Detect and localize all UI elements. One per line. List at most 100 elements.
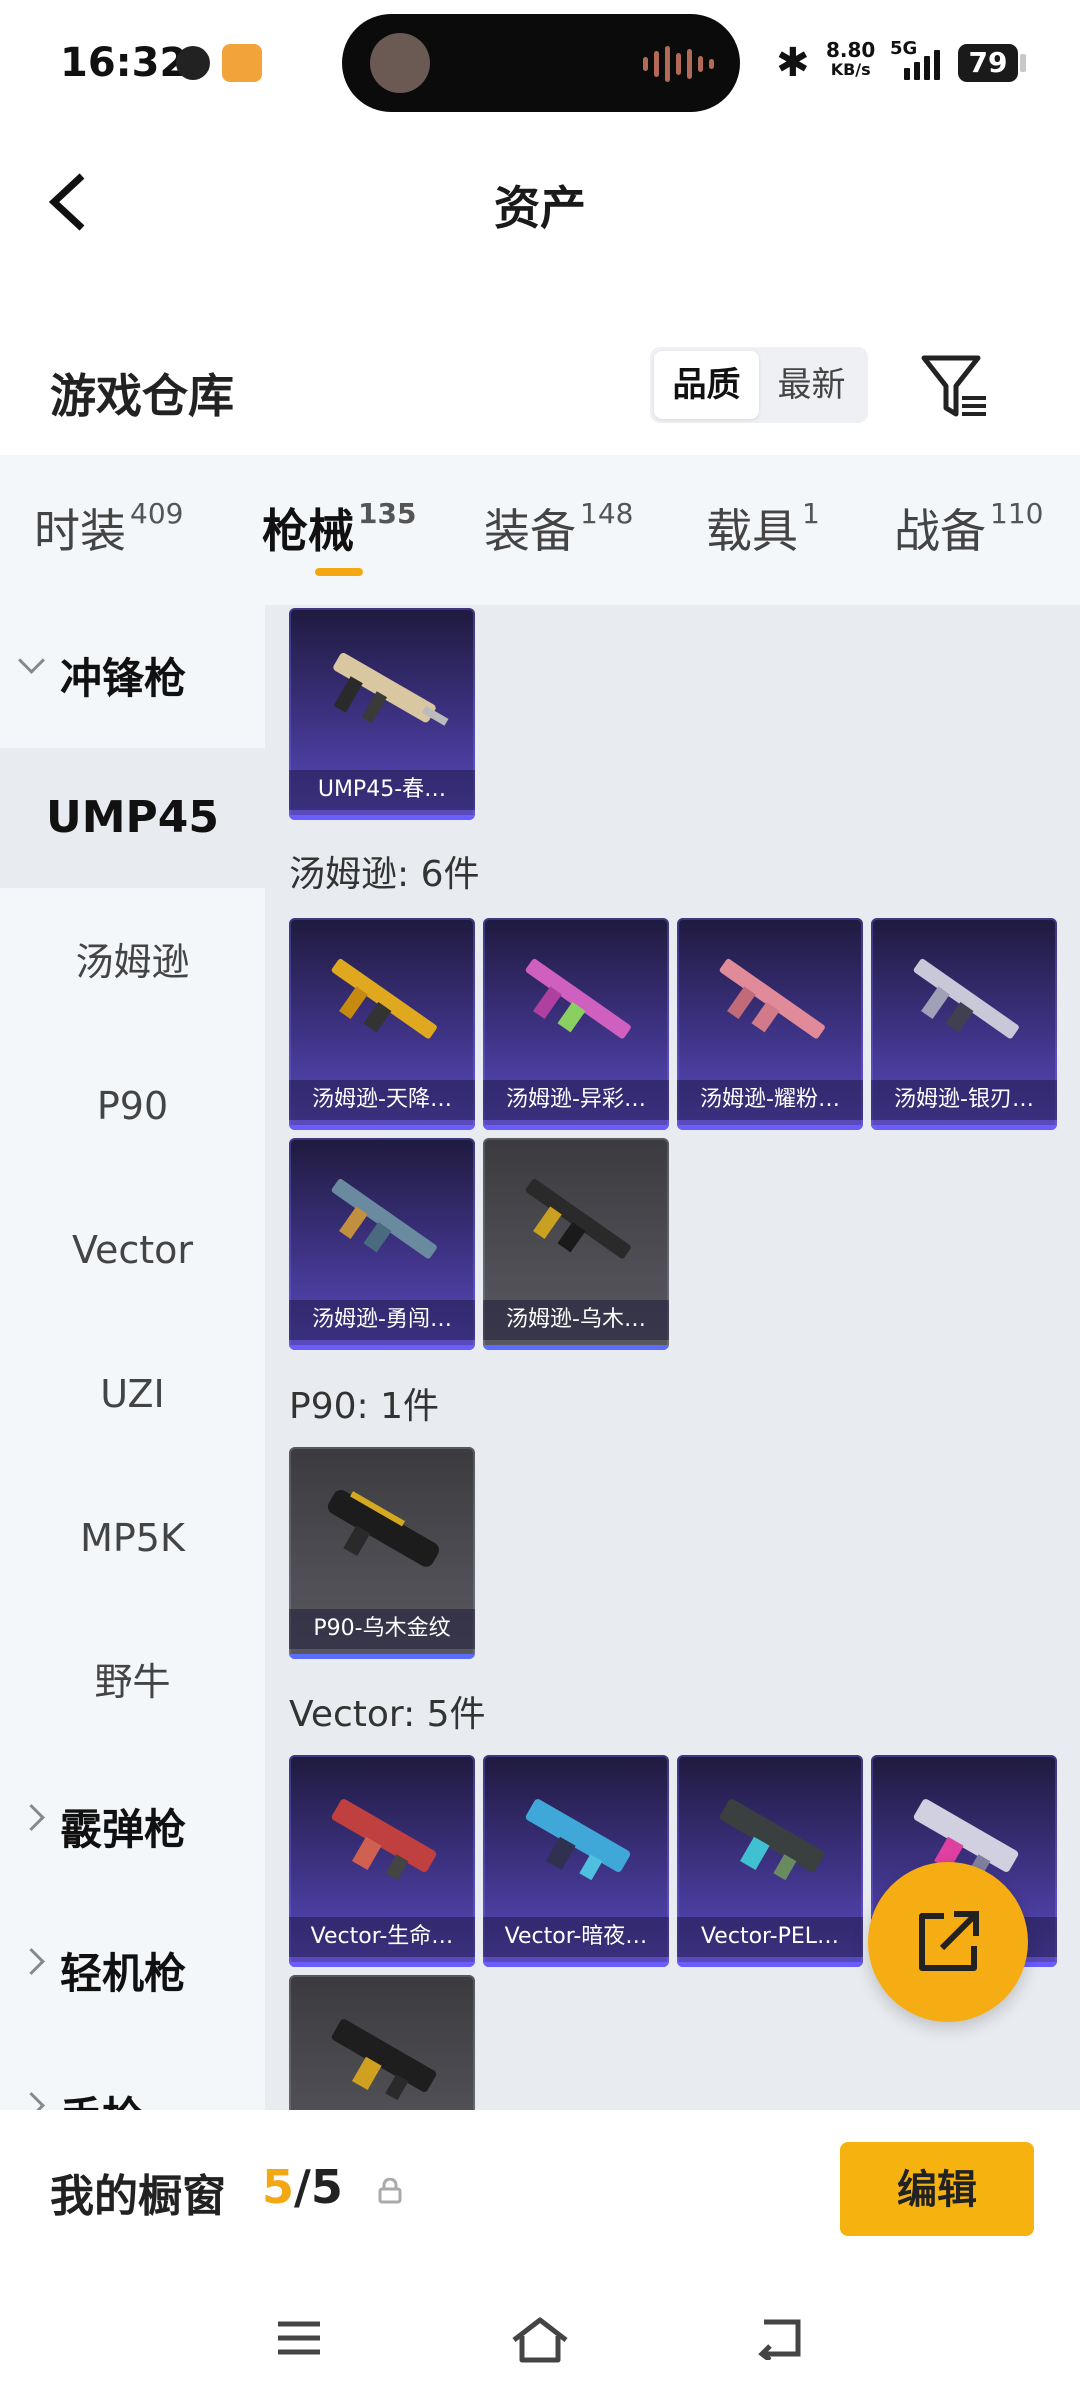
item-name: Vector-PEL…: [677, 1917, 863, 1957]
item-card[interactable]: [289, 1975, 475, 2110]
home-icon[interactable]: [510, 2316, 570, 2364]
category-lmg[interactable]: 轻机枪: [0, 1900, 265, 2040]
audio-wave-icon: [643, 44, 714, 84]
group-label-thompson: 汤姆逊: 6件: [289, 854, 480, 895]
item-card[interactable]: 汤姆逊-乌木…: [483, 1138, 669, 1350]
network-speed-unit: KB/s: [830, 60, 871, 79]
item-name: Vector-暗夜…: [483, 1917, 669, 1957]
item-card[interactable]: 汤姆逊-异彩…: [483, 918, 669, 1130]
item-card[interactable]: 汤姆逊-勇闯…: [289, 1138, 475, 1350]
gun-icon: [331, 958, 437, 1039]
category-smg[interactable]: 冲锋枪: [0, 605, 265, 745]
tab-vehicles[interactable]: 载具 1: [706, 495, 820, 561]
item-card[interactable]: Vector-PEL…: [677, 1755, 863, 1967]
gun-icon: [333, 652, 449, 726]
tab-count: 110: [990, 497, 1044, 530]
system-navigation: [0, 2280, 1080, 2400]
sort-toggle: 品质 最新: [650, 347, 868, 423]
edit-button[interactable]: 编辑: [840, 2142, 1034, 2236]
category-label: 轻机枪: [60, 1949, 187, 1998]
category-pistol[interactable]: 手枪: [0, 2044, 265, 2110]
category-label: 霰弹枪: [60, 1805, 187, 1854]
item-card[interactable]: 汤姆逊-银刃…: [871, 918, 1057, 1130]
item-name: 汤姆逊-勇闯…: [289, 1300, 475, 1340]
dynamic-island[interactable]: [342, 14, 740, 112]
item-card[interactable]: Vector-暗夜…: [483, 1755, 669, 1967]
active-tab-indicator: [315, 568, 363, 576]
chevron-right-icon: [18, 2092, 45, 2110]
category-tabs: 时装 409 枪械 135 装备 148 载具 1 战备 110: [0, 455, 1080, 605]
tab-supplies[interactable]: 战备 110: [894, 495, 1043, 561]
section-title: 游戏仓库: [50, 369, 234, 423]
gun-icon: [719, 958, 825, 1039]
tab-count: 1: [802, 497, 820, 530]
sidebar-item-vector[interactable]: Vector: [0, 1180, 265, 1320]
tab-label: 枪械: [262, 504, 354, 558]
tab-fashion[interactable]: 时装 409: [34, 495, 183, 561]
gun-icon: [719, 1799, 825, 1881]
category-shotgun[interactable]: 霰弹枪: [0, 1756, 265, 1896]
battery-tip: [1020, 54, 1026, 72]
item-name: 汤姆逊-乌木…: [483, 1300, 669, 1340]
category-label: 冲锋枪: [60, 654, 187, 703]
sidebar-item-mp5k[interactable]: MP5K: [0, 1468, 265, 1608]
share-button[interactable]: [868, 1862, 1028, 2022]
sidebar: 冲锋枪 UMP45 汤姆逊 P90 Vector UZI MP5K 野牛 霰弹枪…: [0, 605, 265, 2110]
item-name: UMP45-春…: [289, 770, 475, 810]
showcase-label: 我的橱窗: [50, 2171, 226, 2222]
showcase-current: 5: [262, 2160, 295, 2214]
item-card[interactable]: Vector-生命…: [289, 1755, 475, 1967]
tab-equipment[interactable]: 装备 148: [484, 495, 633, 561]
tab-label: 时装: [34, 504, 126, 558]
item-name: 汤姆逊-银刃…: [871, 1080, 1057, 1120]
bluetooth-icon: ✱: [776, 40, 810, 86]
nav-header: 资产: [0, 150, 1080, 250]
tab-count: 409: [130, 497, 184, 530]
lock-icon: [378, 2178, 402, 2204]
sort-by-newest[interactable]: 最新: [759, 351, 864, 419]
tab-label: 战备: [894, 504, 986, 558]
network-speed-value: 8.80: [826, 38, 876, 62]
gun-icon: [327, 1490, 440, 1567]
showcase-total: /5: [294, 2160, 343, 2214]
item-name: 汤姆逊-异彩…: [483, 1080, 669, 1120]
item-name: P90-乌木金纹: [289, 1609, 475, 1649]
back-nav-icon[interactable]: [756, 2316, 806, 2360]
gun-icon: [913, 958, 1019, 1039]
globe-icon: [176, 46, 210, 80]
item-card[interactable]: 汤姆逊-耀粉…: [677, 918, 863, 1130]
sidebar-item-p90[interactable]: P90: [0, 1036, 265, 1176]
sidebar-item-bizon[interactable]: 野牛: [0, 1612, 265, 1752]
filter-button[interactable]: [920, 352, 990, 424]
menu-icon[interactable]: [274, 2316, 324, 2360]
group-label-p90: P90: 1件: [289, 1386, 439, 1427]
item-name: Vector-生命…: [289, 1917, 475, 1957]
share-external-icon: [919, 1911, 979, 1971]
item-name: 汤姆逊-耀粉…: [677, 1080, 863, 1120]
sidebar-item-thompson[interactable]: 汤姆逊: [0, 892, 265, 1032]
page-title: 资产: [494, 181, 586, 235]
gun-icon: [331, 1799, 437, 1881]
battery-icon: 79: [958, 44, 1018, 82]
item-name: 汤姆逊-天降…: [289, 1080, 475, 1120]
item-card[interactable]: 汤姆逊-天降…: [289, 918, 475, 1130]
gun-icon: [331, 2019, 437, 2101]
gun-icon: [525, 958, 631, 1039]
avatar: [370, 33, 430, 93]
item-card[interactable]: UMP45-春…: [289, 608, 475, 820]
tab-label: 载具: [706, 504, 798, 558]
tab-guns[interactable]: 枪械 135: [262, 495, 416, 561]
chevron-right-icon: [18, 1804, 45, 1831]
status-bar: 16:32 ✱ 8.80 KB/s 5G 79: [0, 0, 1080, 130]
network-speed: 8.80 KB/s: [826, 40, 875, 80]
clock: 16:32: [60, 40, 188, 86]
category-label: 手枪: [60, 2084, 144, 2110]
sort-by-quality[interactable]: 品质: [654, 351, 759, 419]
signal-icon: [904, 44, 940, 80]
showcase-bar: 我的橱窗 5/5 编辑: [0, 2110, 1080, 2280]
item-card[interactable]: P90-乌木金纹: [289, 1447, 475, 1659]
sidebar-item-uzi[interactable]: UZI: [0, 1324, 265, 1464]
sidebar-item-ump45[interactable]: UMP45: [0, 748, 265, 888]
gun-icon: [525, 1799, 631, 1881]
app-notification-icon: [222, 44, 262, 82]
